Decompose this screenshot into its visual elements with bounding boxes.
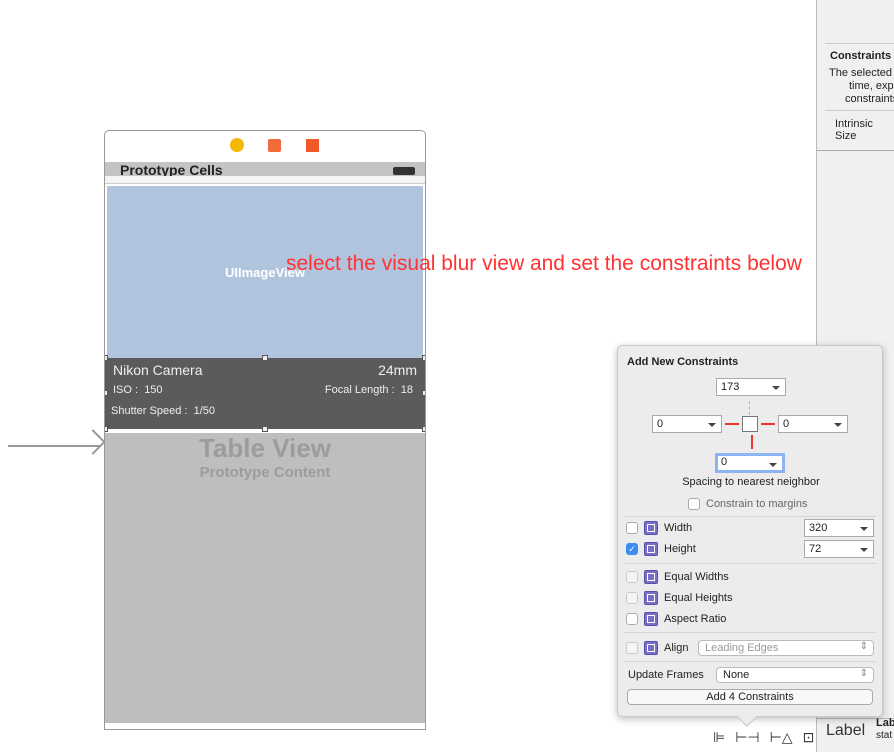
focal-value: 24mm (378, 362, 417, 378)
equal-heights-label: Equal Heights (664, 592, 733, 604)
table-view-label: Table View (199, 433, 331, 463)
align-select[interactable]: Leading Edges (698, 640, 874, 656)
arrow-head-icon (80, 429, 106, 455)
library-item-title: Lab (876, 717, 894, 729)
add-constraints-button[interactable]: Add 4 Constraints (627, 689, 873, 705)
pin-icon[interactable]: ⊢⊣ (735, 729, 759, 746)
annotation-text: select the visual blur view and set the … (286, 252, 802, 275)
prototype-content-label: Prototype Content (199, 464, 331, 481)
aspect-ratio-icon (644, 612, 658, 626)
first-responder-icon[interactable] (268, 139, 281, 152)
iso-value: 150 (144, 384, 163, 396)
view-controller-scene[interactable]: Prototype Cells UIImageView Nikon Camera… (104, 130, 426, 730)
update-frames-select[interactable]: None (716, 667, 874, 683)
equal-widths-label: Equal Widths (664, 571, 729, 583)
constraints-desc: constraints (845, 93, 894, 105)
constrain-margins-label: Constrain to margins (706, 498, 808, 510)
align-icon[interactable]: ⊫ (713, 729, 725, 746)
library-item-desc: stat (876, 730, 893, 741)
aspect-ratio-label: Aspect Ratio (664, 613, 727, 625)
view-controller-icon[interactable] (230, 138, 244, 152)
intrinsic-size-label[interactable]: Intrinsic Size (835, 118, 894, 142)
focal-length-value: 18 (400, 384, 413, 396)
align-label: Align (664, 642, 689, 654)
constrain-margins-checkbox[interactable] (688, 498, 700, 510)
right-spacing-combo[interactable]: 0 (778, 415, 848, 433)
equal-heights-icon (644, 591, 658, 605)
focal-length-label: Focal Length : (324, 384, 395, 396)
library-item[interactable]: Label Lab stat (816, 717, 894, 752)
width-label: Width (664, 522, 693, 534)
width-value-combo[interactable]: 320 (804, 519, 874, 537)
top-strut-icon[interactable] (749, 401, 750, 415)
width-checkbox[interactable] (626, 522, 638, 534)
bottom-strut-icon[interactable] (751, 435, 753, 449)
table-view[interactable]: Table View Prototype Content (105, 433, 425, 723)
exit-icon[interactable] (306, 139, 319, 152)
iso-label: ISO : (113, 384, 139, 396)
constraints-heading: Constraints (830, 50, 892, 62)
height-label: Height (664, 543, 696, 555)
battery-icon (393, 167, 415, 175)
spacing-label: Spacing to nearest neighbor (682, 476, 820, 488)
align-checkbox[interactable] (626, 642, 638, 654)
popover-title: Add New Constraints (627, 356, 739, 368)
constraints-desc: time, exp (849, 80, 894, 92)
view-box-icon (742, 416, 758, 432)
height-value-combo[interactable]: 72 (804, 540, 874, 558)
resolve-issues-icon[interactable]: ⊢△ (770, 729, 793, 746)
width-icon (644, 521, 658, 535)
aspect-ratio-checkbox[interactable] (626, 613, 638, 625)
visual-blur-view[interactable]: Nikon Camera 24mm ISO : 150 Focal Length… (105, 355, 425, 432)
shutter-label: Shutter Speed : (111, 405, 188, 417)
navigation-bar: Prototype Cells (105, 162, 425, 178)
right-strut-icon[interactable] (761, 423, 775, 425)
left-strut-icon[interactable] (725, 423, 739, 425)
nav-title: Prototype Cells (120, 162, 223, 178)
top-spacing-combo[interactable]: 173 (716, 378, 786, 396)
constraints-desc: The selected (829, 67, 892, 79)
add-constraints-popover: Add New Constraints 173 0 0 0 Spacing to… (617, 345, 883, 717)
equal-widths-checkbox[interactable] (626, 571, 638, 583)
update-frames-label: Update Frames (628, 669, 704, 681)
equal-widths-icon (644, 570, 658, 584)
library-label-icon: Label (826, 722, 866, 739)
bottom-spacing-combo[interactable]: 0 (715, 453, 785, 473)
align-icon (644, 641, 658, 655)
left-spacing-combo[interactable]: 0 (652, 415, 722, 433)
resizing-icon[interactable]: ⊡ (803, 729, 815, 746)
camera-title: Nikon Camera (113, 362, 203, 378)
equal-heights-checkbox[interactable] (626, 592, 638, 604)
shutter-value: 1/50 (193, 405, 215, 417)
height-icon (644, 542, 658, 556)
height-checkbox[interactable]: ✓ (626, 543, 638, 555)
